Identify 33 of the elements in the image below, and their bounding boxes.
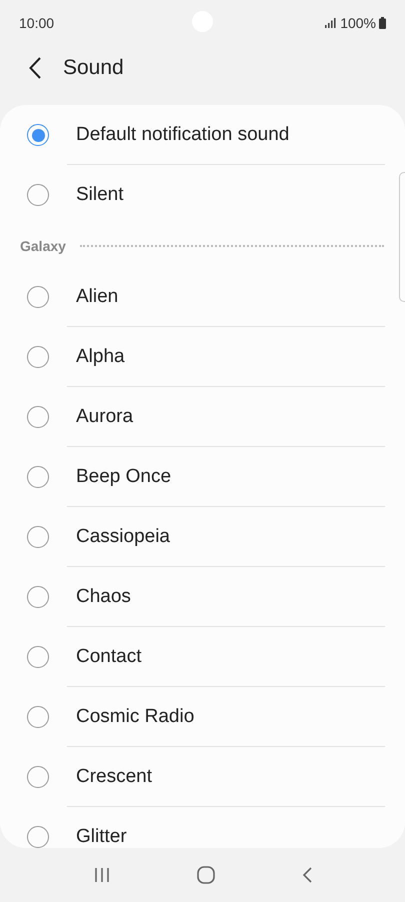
sound-option[interactable]: Contact	[0, 627, 405, 687]
radio-button[interactable]	[27, 466, 49, 488]
radio-button[interactable]	[27, 286, 49, 308]
radio-button[interactable]	[27, 526, 49, 548]
sound-option[interactable]: Crescent	[0, 747, 405, 807]
back-icon[interactable]	[29, 56, 41, 78]
radio-button[interactable]	[27, 826, 49, 848]
battery-percent: 100%	[340, 14, 376, 30]
radio-button[interactable]	[27, 406, 49, 428]
sound-option[interactable]: Alien	[0, 267, 405, 327]
sound-option[interactable]: Alpha	[0, 327, 405, 387]
sound-option[interactable]: Aurora	[0, 387, 405, 447]
sound-option[interactable]: Default notification sound	[0, 105, 405, 165]
radio-button[interactable]	[27, 184, 49, 206]
sound-option[interactable]: Chaos	[0, 567, 405, 627]
sound-option[interactable]: Cosmic Radio	[0, 687, 405, 747]
status-time: 10:00	[19, 14, 54, 30]
signal-icon	[325, 18, 338, 28]
sound-option[interactable]: Silent	[0, 165, 405, 225]
radio-button[interactable]	[27, 646, 49, 668]
radio-button[interactable]	[27, 706, 49, 728]
sound-option[interactable]: Cassiopeia	[0, 507, 405, 567]
radio-button[interactable]	[27, 124, 49, 146]
sound-option[interactable]: Beep Once	[0, 447, 405, 507]
page-title: Sound	[63, 56, 124, 80]
scrollbar[interactable]	[399, 172, 405, 302]
section-title: Galaxy	[20, 238, 66, 254]
battery-icon	[379, 16, 386, 28]
radio-button[interactable]	[27, 766, 49, 788]
radio-button[interactable]	[27, 586, 49, 608]
recent-apps-icon[interactable]	[94, 867, 110, 883]
radio-button[interactable]	[27, 346, 49, 368]
home-icon[interactable]	[196, 866, 214, 884]
